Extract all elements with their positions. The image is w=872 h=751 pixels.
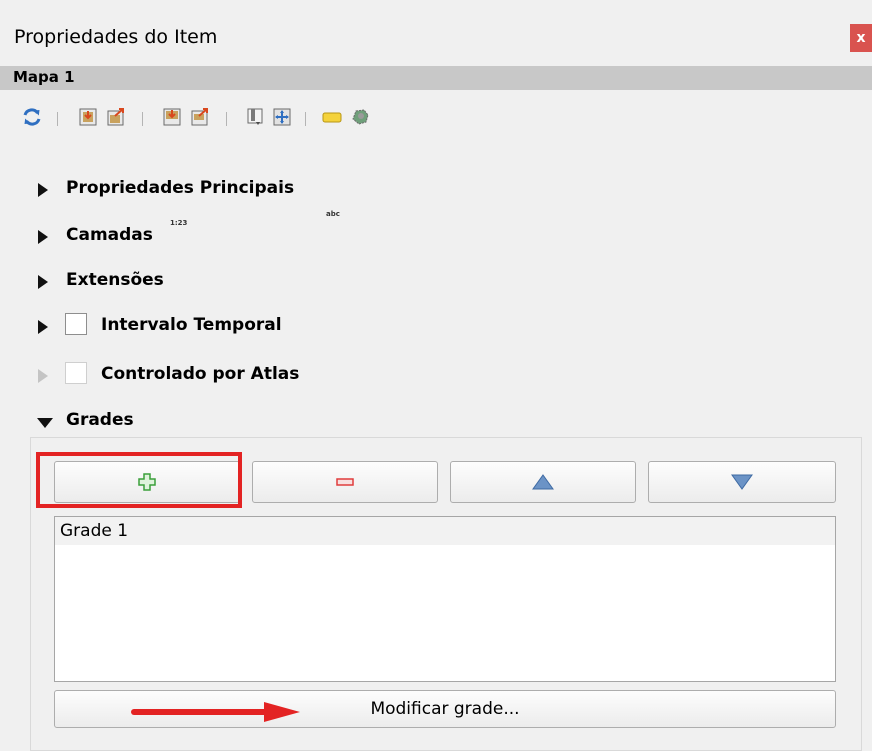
expand-arrow-icon[interactable] bbox=[38, 230, 48, 244]
toolbar-separator bbox=[226, 112, 227, 126]
collapse-arrow-icon[interactable] bbox=[37, 418, 53, 428]
expand-arrow-icon bbox=[38, 369, 48, 383]
group-label: Intervalo Temporal bbox=[101, 315, 282, 335]
clipping-settings-icon[interactable] bbox=[350, 107, 370, 127]
move-grid-down-button[interactable] bbox=[648, 461, 836, 503]
expand-arrow-icon[interactable] bbox=[38, 275, 48, 289]
minus-icon bbox=[336, 478, 354, 486]
list-item[interactable]: Grade 1 bbox=[55, 517, 835, 545]
view-extent-in-map-icon[interactable] bbox=[106, 107, 126, 127]
item-header: Mapa 1 bbox=[0, 66, 872, 90]
bookmark-icon[interactable] bbox=[245, 107, 265, 127]
highlight-annotation bbox=[36, 452, 242, 508]
group-label: Grades bbox=[66, 410, 134, 430]
set-map-extent-icon[interactable] bbox=[272, 107, 292, 127]
group-label: Propriedades Principais bbox=[66, 178, 295, 198]
item-toolbar: 1:23 abc bbox=[0, 96, 872, 227]
expand-arrow-icon[interactable] bbox=[38, 320, 48, 334]
arrow-up-icon bbox=[532, 474, 554, 490]
close-button[interactable]: x bbox=[850, 24, 872, 52]
toolbar-separator bbox=[305, 112, 306, 126]
set-extent-to-map-view-icon[interactable] bbox=[78, 107, 98, 127]
expand-arrow-icon[interactable] bbox=[38, 183, 48, 197]
temporal-range-checkbox[interactable] bbox=[65, 313, 87, 335]
group-label: Extensões bbox=[66, 270, 164, 290]
grids-list[interactable]: Grade 1 bbox=[54, 516, 836, 682]
toolbar-separator bbox=[57, 112, 58, 126]
view-scale-in-map-icon[interactable] bbox=[190, 107, 210, 127]
label-icon-text: abc bbox=[326, 210, 340, 218]
label-settings-icon[interactable] bbox=[322, 107, 342, 127]
group-label: Camadas bbox=[66, 225, 153, 245]
arrow-down-icon bbox=[731, 474, 753, 490]
move-grid-up-button[interactable] bbox=[450, 461, 636, 503]
group-label: Controlado por Atlas bbox=[101, 364, 300, 384]
grid-item-label: Grade 1 bbox=[60, 521, 129, 541]
dialog-title: Propriedades do Item bbox=[14, 26, 218, 48]
scale-icon-text: 1:23 bbox=[170, 219, 188, 227]
atlas-controlled-checkbox bbox=[65, 362, 87, 384]
item-title: Mapa 1 bbox=[13, 68, 75, 86]
arrow-annotation-icon bbox=[131, 702, 300, 722]
toolbar-separator bbox=[142, 112, 143, 126]
set-scale-to-map-icon[interactable] bbox=[162, 107, 182, 127]
remove-grid-button[interactable] bbox=[252, 461, 438, 503]
refresh-icon[interactable] bbox=[22, 107, 42, 127]
dialog-titlebar: Propriedades do Item x bbox=[0, 0, 872, 66]
